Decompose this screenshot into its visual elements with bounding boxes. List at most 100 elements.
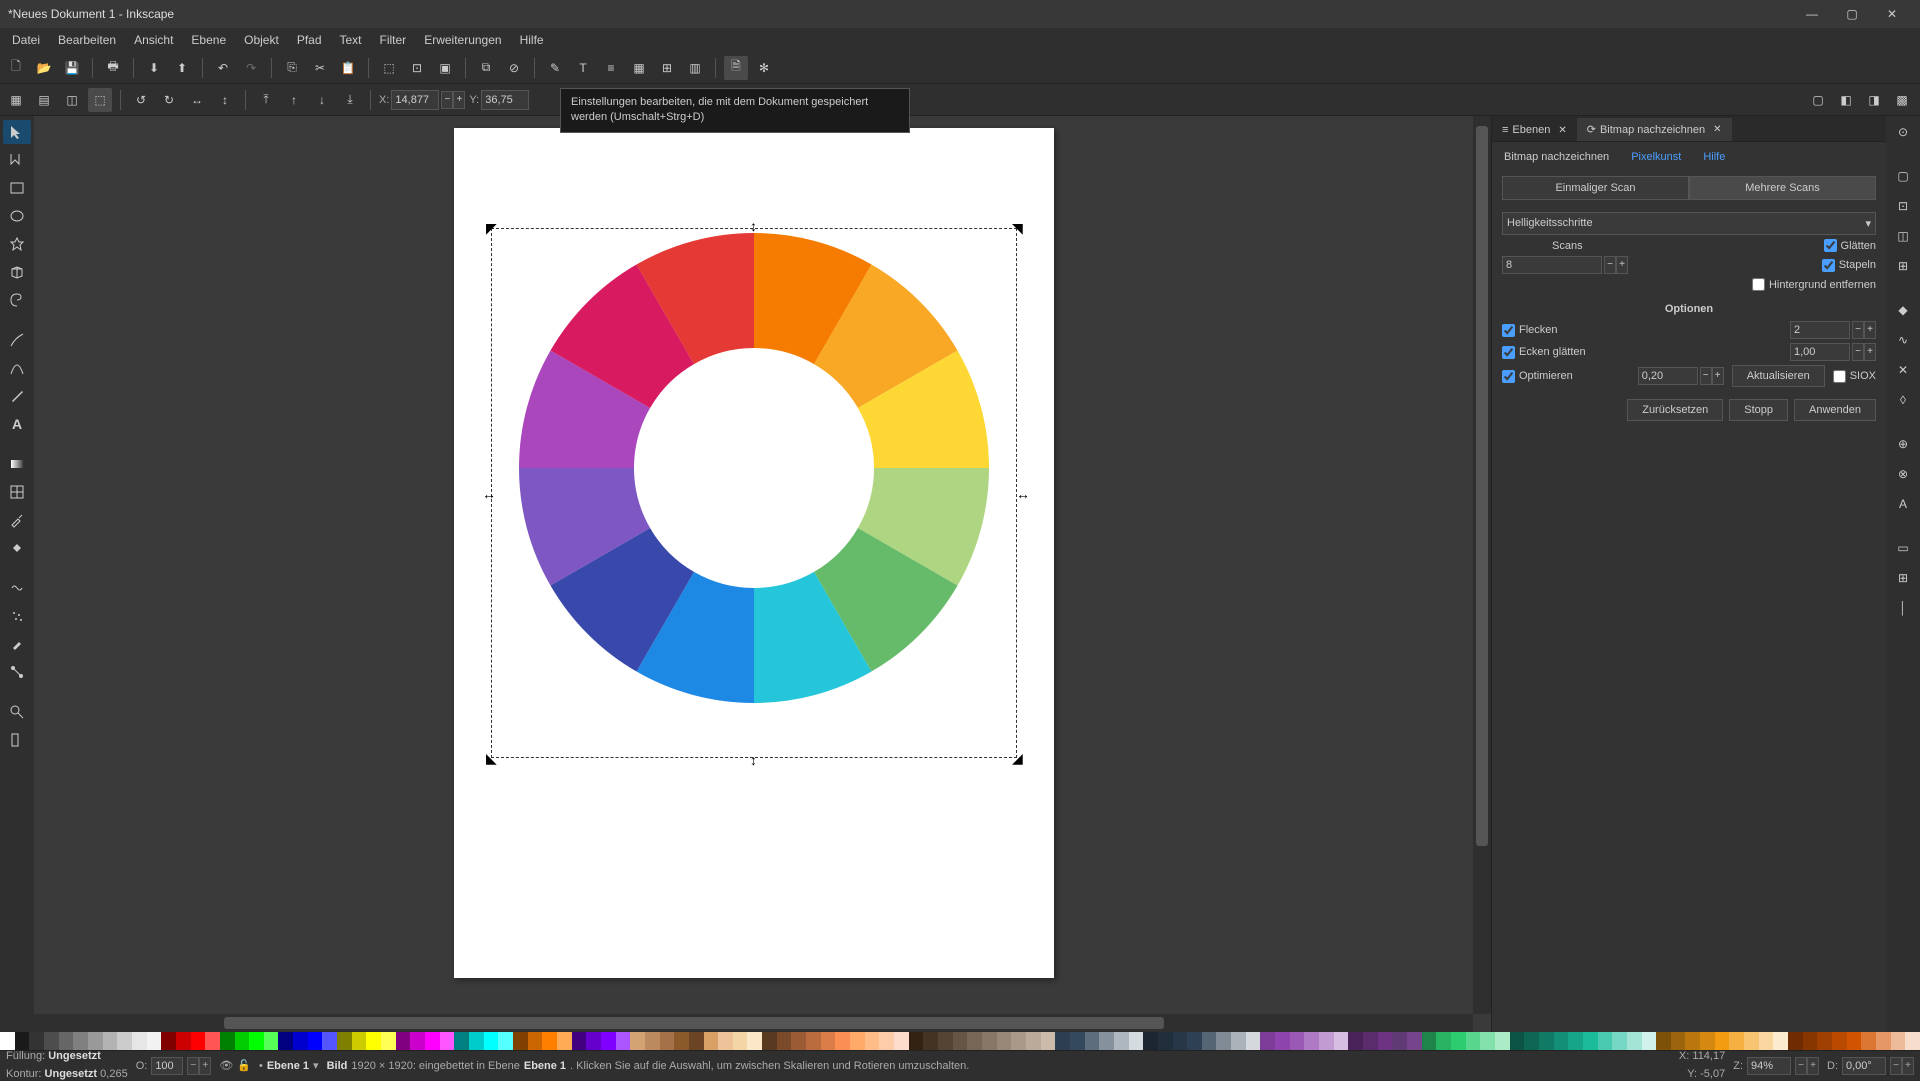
rotate-cw-icon[interactable]: ↻ bbox=[157, 88, 181, 112]
swatch[interactable] bbox=[850, 1032, 865, 1050]
menu-help[interactable]: Hilfe bbox=[512, 30, 552, 50]
xml-icon[interactable]: ▦ bbox=[627, 56, 651, 80]
swatch[interactable] bbox=[0, 1032, 15, 1050]
swatch[interactable] bbox=[1216, 1032, 1231, 1050]
swatch[interactable] bbox=[498, 1032, 513, 1050]
layer-selector[interactable]: Ebene 1 bbox=[267, 1060, 309, 1072]
y-input[interactable] bbox=[481, 90, 529, 110]
raise-top-icon[interactable]: ⤒ bbox=[254, 88, 278, 112]
prefs-icon[interactable]: ✻ bbox=[752, 56, 776, 80]
zoom-page-icon[interactable]: ▣ bbox=[433, 56, 457, 80]
swatch[interactable] bbox=[44, 1032, 59, 1050]
swatch[interactable] bbox=[1788, 1032, 1803, 1050]
snap-guide-icon[interactable]: │ bbox=[1889, 596, 1917, 620]
swatch[interactable] bbox=[1392, 1032, 1407, 1050]
swatch[interactable] bbox=[15, 1032, 30, 1050]
swatch[interactable] bbox=[161, 1032, 176, 1050]
swatch[interactable] bbox=[1773, 1032, 1788, 1050]
select-all-icon[interactable]: ▦ bbox=[4, 88, 28, 112]
swatch[interactable] bbox=[1583, 1032, 1598, 1050]
measure-tool[interactable] bbox=[3, 728, 31, 752]
swatch[interactable] bbox=[879, 1032, 894, 1050]
swatch[interactable] bbox=[410, 1032, 425, 1050]
swatch[interactable] bbox=[923, 1032, 938, 1050]
swatch[interactable] bbox=[1729, 1032, 1744, 1050]
stop-button[interactable]: Stopp bbox=[1729, 399, 1788, 421]
snap-master-icon[interactable]: ⊙ bbox=[1889, 120, 1917, 144]
swatch[interactable] bbox=[1627, 1032, 1642, 1050]
swatch[interactable] bbox=[777, 1032, 792, 1050]
swatch[interactable] bbox=[352, 1032, 367, 1050]
fillstroke-icon[interactable]: ✎ bbox=[543, 56, 567, 80]
menu-file[interactable]: Datei bbox=[4, 30, 48, 50]
align-dialog-icon[interactable]: ⊞ bbox=[655, 56, 679, 80]
swatch[interactable] bbox=[1143, 1032, 1158, 1050]
swatch[interactable] bbox=[616, 1032, 631, 1050]
swatch[interactable] bbox=[1026, 1032, 1041, 1050]
rect-tool[interactable] bbox=[3, 176, 31, 200]
swatch[interactable] bbox=[1055, 1032, 1070, 1050]
swatch[interactable] bbox=[249, 1032, 264, 1050]
swatch[interactable] bbox=[1070, 1032, 1085, 1050]
swatch[interactable] bbox=[73, 1032, 88, 1050]
swatch[interactable] bbox=[1363, 1032, 1378, 1050]
swatch[interactable] bbox=[59, 1032, 74, 1050]
swatch[interactable] bbox=[1642, 1032, 1657, 1050]
swatch[interactable] bbox=[1173, 1032, 1188, 1050]
snap-node-icon[interactable]: ◆ bbox=[1889, 298, 1917, 322]
swatch[interactable] bbox=[821, 1032, 836, 1050]
handle-ne[interactable]: ◥ bbox=[1012, 223, 1022, 233]
swatch[interactable] bbox=[469, 1032, 484, 1050]
scale-stroke-icon[interactable]: ▢ bbox=[1806, 88, 1830, 112]
swatch[interactable] bbox=[1231, 1032, 1246, 1050]
layers-dialog-icon[interactable]: ≡ bbox=[599, 56, 623, 80]
opacity-input[interactable] bbox=[151, 1057, 183, 1075]
clone-icon[interactable]: ⧉ bbox=[474, 56, 498, 80]
speckles-input[interactable] bbox=[1790, 321, 1850, 339]
menu-edit[interactable]: Bearbeiten bbox=[50, 30, 124, 50]
swatch[interactable] bbox=[1451, 1032, 1466, 1050]
mesh-tool[interactable] bbox=[3, 480, 31, 504]
print-icon[interactable]: 🖶 bbox=[101, 56, 125, 80]
zoom-sel-icon[interactable]: ⬚ bbox=[377, 56, 401, 80]
tab-multi-scans[interactable]: Mehrere Scans bbox=[1689, 176, 1876, 200]
swatch[interactable] bbox=[1598, 1032, 1613, 1050]
swatch[interactable] bbox=[1715, 1032, 1730, 1050]
swatch[interactable] bbox=[1905, 1032, 1920, 1050]
menu-object[interactable]: Objekt bbox=[236, 30, 287, 50]
corners-checkbox[interactable] bbox=[1502, 346, 1515, 359]
tab-layers[interactable]: ≡ Ebenen ✕ bbox=[1492, 119, 1577, 141]
scrollbar-h[interactable] bbox=[34, 1014, 1473, 1032]
tweak-tool[interactable] bbox=[3, 576, 31, 600]
swatch[interactable] bbox=[1466, 1032, 1481, 1050]
swatch[interactable] bbox=[220, 1032, 235, 1050]
handle-sw[interactable]: ◣ bbox=[486, 753, 496, 763]
handle-w[interactable]: ↔ bbox=[482, 489, 492, 499]
swatch[interactable] bbox=[1260, 1032, 1275, 1050]
swatch[interactable] bbox=[484, 1032, 499, 1050]
swatch[interactable] bbox=[835, 1032, 850, 1050]
canvas-area[interactable]: ◤ ↕ ◥ ↔ ↔ ◣ ↕ ◢ bbox=[34, 116, 1491, 1032]
new-icon[interactable]: 🗋 bbox=[4, 56, 28, 80]
swatch[interactable] bbox=[542, 1032, 557, 1050]
paste-icon[interactable]: 📋 bbox=[336, 56, 360, 80]
swatch[interactable] bbox=[205, 1032, 220, 1050]
swatch[interactable] bbox=[645, 1032, 660, 1050]
zoom-input[interactable] bbox=[1747, 1057, 1791, 1075]
swatch[interactable] bbox=[601, 1032, 616, 1050]
menu-text[interactable]: Text bbox=[332, 30, 370, 50]
swatch[interactable] bbox=[806, 1032, 821, 1050]
swatch[interactable] bbox=[747, 1032, 762, 1050]
scans-dec[interactable]: − bbox=[1604, 256, 1616, 274]
swatch[interactable] bbox=[103, 1032, 118, 1050]
swatch[interactable] bbox=[1759, 1032, 1774, 1050]
swatch[interactable] bbox=[1114, 1032, 1129, 1050]
swatch[interactable] bbox=[982, 1032, 997, 1050]
swatch[interactable] bbox=[791, 1032, 806, 1050]
swatch[interactable] bbox=[1129, 1032, 1144, 1050]
lower-bottom-icon[interactable]: ⤓ bbox=[338, 88, 362, 112]
lock-icon[interactable]: 🔓 bbox=[237, 1059, 251, 1072]
swatch[interactable] bbox=[572, 1032, 587, 1050]
swatch[interactable] bbox=[689, 1032, 704, 1050]
swatch[interactable] bbox=[1861, 1032, 1876, 1050]
